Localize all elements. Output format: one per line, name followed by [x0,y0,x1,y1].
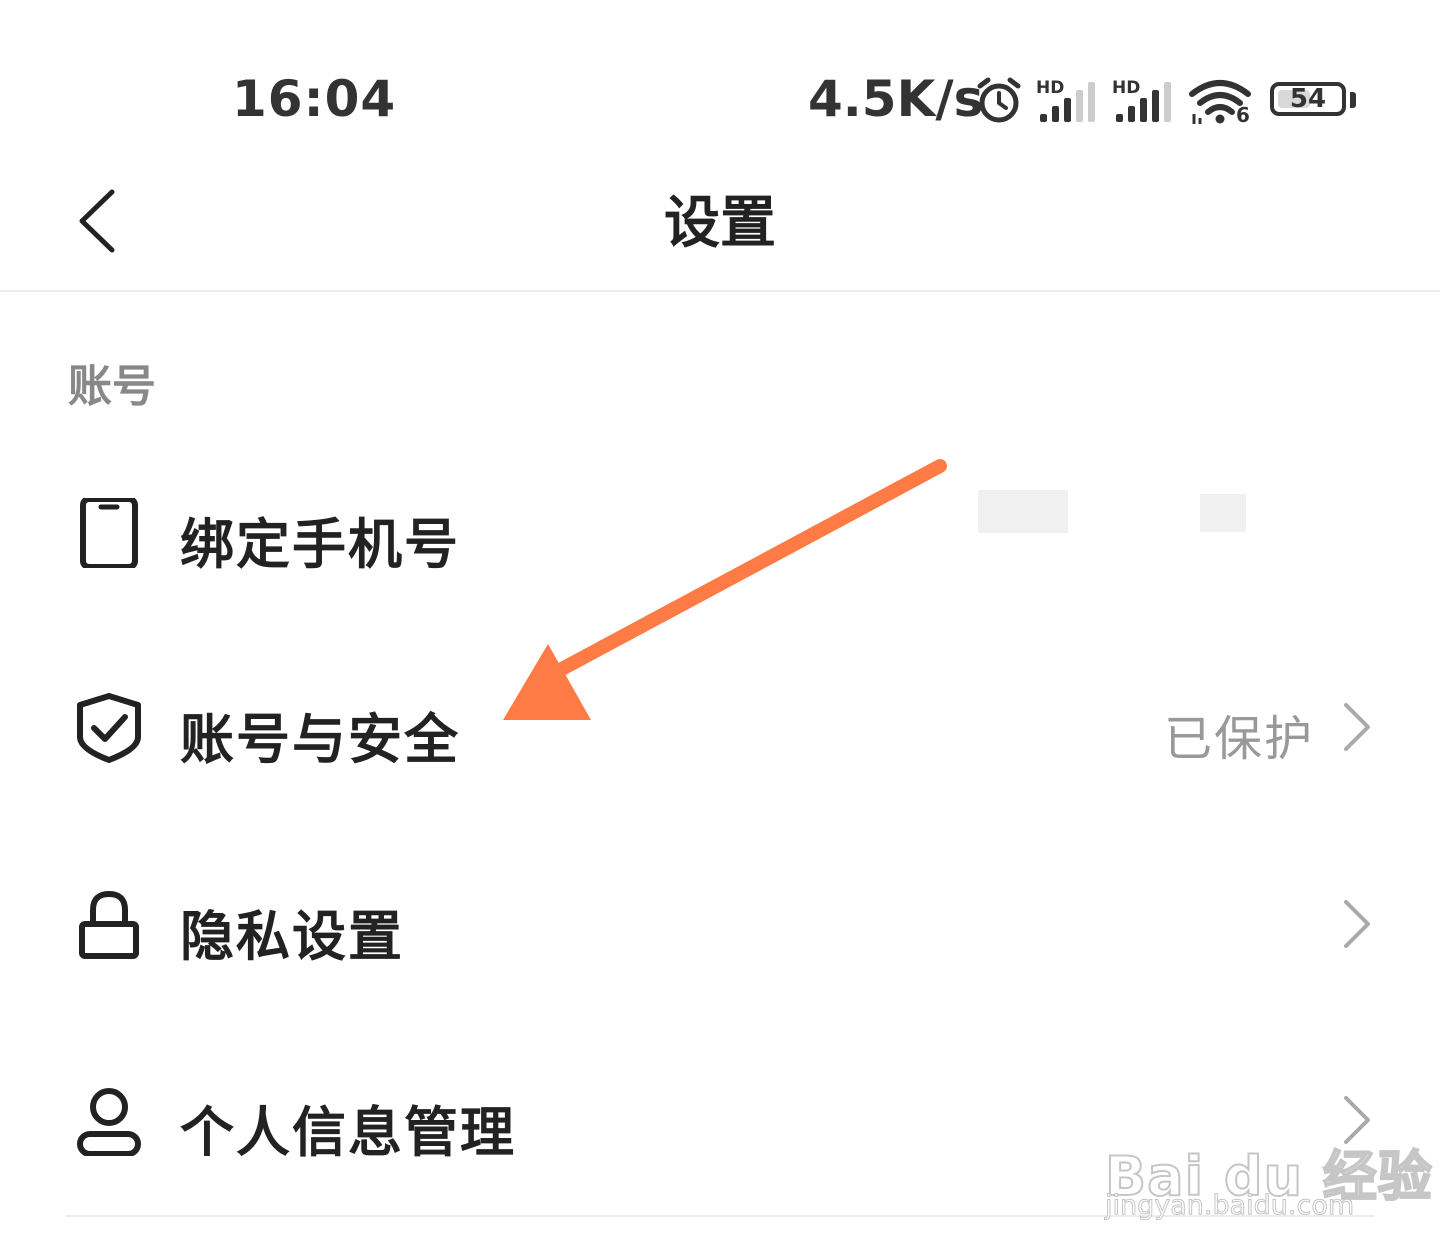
section-title: 账号 [68,361,156,412]
lock-icon [79,890,139,959]
list-item-privacy[interactable]: 隐私设置 [0,862,1440,982]
phone-icon [80,498,138,568]
hd-label: HD [1036,78,1065,98]
header-divider [0,290,1440,292]
battery-tip [1350,92,1356,108]
signal-icon: HD [1036,78,1102,122]
list-item-label: 隐私设置 [180,905,404,968]
person-icon [77,1088,141,1156]
list-item-label: 绑定手机号 [180,513,460,576]
chevron-right-icon [1344,900,1370,948]
network-speed: 4.5K/s [808,70,984,128]
list-item-bind-phone[interactable]: 绑定手机号 [0,470,1440,590]
battery-icon: 54 [1270,82,1346,116]
signal-icon: HD [1112,78,1178,122]
list-item-label: 账号与安全 [180,708,460,771]
wifi-6-label: 6 [1236,103,1250,127]
watermark-url: jingyan.baidu.com [1104,1190,1355,1222]
alarm-icon [977,77,1021,123]
security-status: 已保护 [1163,711,1314,767]
list-item-label: 个人信息管理 [180,1101,516,1164]
list-item-account-security[interactable]: 账号与安全 已保护 [0,665,1440,785]
page-title: 设置 [664,191,776,256]
hd-label: HD [1112,78,1141,98]
chevron-right-icon [1344,703,1370,751]
shield-check-icon [77,693,141,763]
status-time: 16:04 [232,70,397,128]
blurred-phone-number [978,490,1068,533]
battery-level: 54 [1289,84,1327,114]
blurred-phone-number [1200,494,1246,532]
